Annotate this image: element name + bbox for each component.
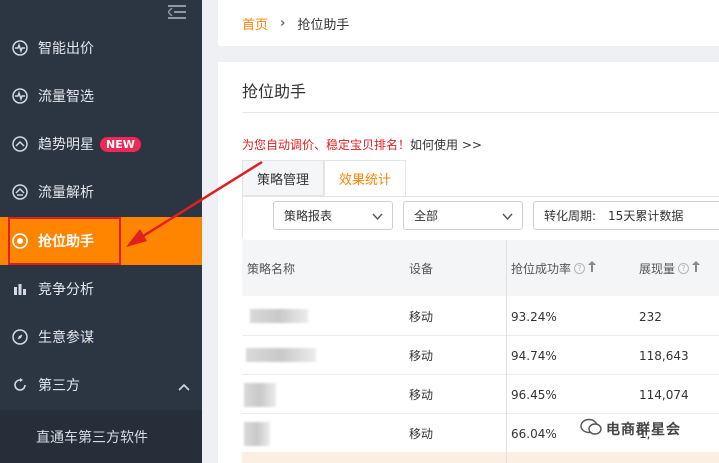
sidebar-item-competition[interactable]: 竞争分析 — [0, 265, 202, 313]
blurred-strategy-name — [246, 348, 316, 362]
impressions-cell: 114,074 — [639, 387, 689, 402]
report-type-select[interactable]: 策略报表 — [273, 201, 393, 230]
sidebar-item-traffic-analysis[interactable]: 流量解析 — [0, 168, 202, 216]
main-card: 抢位助手 为您自动调价、稳定宝贝排名！如何使用 >> 策略管理 效果统计 策略报… — [218, 62, 719, 463]
sidebar-item-third-party[interactable]: 第三方 — [0, 361, 202, 409]
column-header-device: 设备 — [409, 261, 434, 276]
table-row[interactable]: 移动 94.74% 118,643 — [242, 336, 719, 375]
blurred-strategy-name — [250, 309, 308, 323]
wechat-icon — [580, 418, 602, 440]
sidebar-item-traffic-select[interactable]: 流量智选 — [0, 72, 202, 120]
promo-highlight: 为您自动调价、稳定宝贝排名！ — [242, 138, 411, 152]
scope-select[interactable]: 全部 — [403, 201, 523, 230]
sidebar-item-label: 竞争分析 — [38, 282, 94, 298]
sort-arrow-icon[interactable] — [588, 261, 597, 275]
blurred-strategy-name — [244, 422, 270, 446]
new-badge: NEW — [100, 136, 141, 152]
sidebar-item-business-advisor[interactable]: 生意参谋 — [0, 313, 202, 361]
sidebar-item-label: 第三方 — [38, 378, 80, 394]
divider — [242, 112, 719, 113]
pulse-icon — [12, 40, 28, 56]
rate-cell: 93.24% — [511, 309, 557, 324]
sort-arrow-icon[interactable] — [692, 261, 701, 275]
trend-star-icon — [12, 136, 28, 152]
rate-cell: 94.74% — [511, 348, 557, 363]
chevron-up-icon[interactable] — [178, 379, 190, 395]
bar-chart-icon — [12, 281, 28, 297]
table-footer-row — [242, 452, 719, 463]
table-header: 策略名称 设备 抢位成功率 ? 展现量 ? — [242, 240, 719, 296]
chevron-down-icon — [502, 210, 513, 224]
chevron-down-icon — [372, 210, 383, 224]
device-cell: 移动 — [409, 310, 434, 324]
refresh-icon — [12, 377, 28, 393]
column-header-strategy: 策略名称 — [247, 261, 296, 276]
impressions-cell: 118,643 — [639, 348, 689, 363]
sidebar-subitem-ztc-third-party[interactable]: 直通车第三方软件 — [0, 410, 202, 463]
conversion-period-select[interactable]: 转化周期: 15天累计数据 — [533, 201, 719, 230]
table-row[interactable]: 移动 93.24% 232 — [242, 297, 719, 336]
flow-icon — [12, 184, 28, 200]
column-divider — [506, 240, 507, 463]
tab-strategy-management[interactable]: 策略管理 — [242, 160, 324, 196]
breadcrumb-home-link[interactable]: 首页 — [242, 14, 268, 33]
sidebar-item-trend-star[interactable]: 趋势明星 NEW — [0, 120, 202, 168]
help-icon[interactable]: ? — [574, 262, 586, 274]
compass-icon — [12, 329, 28, 345]
chevron-right-icon: › — [280, 15, 286, 31]
blurred-strategy-name — [244, 383, 276, 407]
help-icon[interactable]: ? — [678, 262, 690, 274]
tab-effect-statistics[interactable]: 效果统计 — [324, 160, 406, 196]
impressions-cell: 232 — [639, 309, 662, 324]
highlight-box — [8, 217, 121, 265]
rate-cell: 66.04% — [511, 426, 557, 441]
collapse-menu-icon[interactable] — [168, 4, 186, 20]
sidebar-item-label: 生意参谋 — [38, 330, 94, 346]
device-cell: 移动 — [409, 388, 434, 402]
sidebar-item-label: 流量解析 — [38, 185, 94, 201]
sidebar-item-label: 智能出价 — [38, 41, 94, 57]
column-header-success-rate[interactable]: 抢位成功率 ? — [511, 240, 597, 296]
rate-cell: 96.45% — [511, 387, 557, 402]
watermark: 电商群星会 — [580, 418, 681, 440]
device-cell: 移动 — [409, 349, 434, 363]
sidebar-item-smart-bid[interactable]: 智能出价 — [0, 24, 202, 72]
sidebar-item-label: 流量智选 — [38, 89, 94, 105]
sidebar-item-label: 趋势明星 — [38, 137, 94, 153]
page-title: 抢位助手 — [242, 82, 307, 101]
device-cell: 移动 — [409, 427, 434, 441]
filter-bar: 策略报表 全部 转化周期: 15天累计数据 — [242, 196, 719, 238]
column-header-impressions[interactable]: 展现量 ? — [639, 240, 701, 296]
pulse-icon — [12, 88, 28, 104]
promo-text: 为您自动调价、稳定宝贝排名！如何使用 >> — [242, 136, 482, 153]
breadcrumb: 首页 › 抢位助手 — [218, 0, 719, 46]
how-to-use-link[interactable]: 如何使用 >> — [410, 138, 482, 152]
breadcrumb-current: 抢位助手 — [297, 17, 350, 33]
table-row[interactable]: 移动 96.45% 114,074 — [242, 375, 719, 414]
